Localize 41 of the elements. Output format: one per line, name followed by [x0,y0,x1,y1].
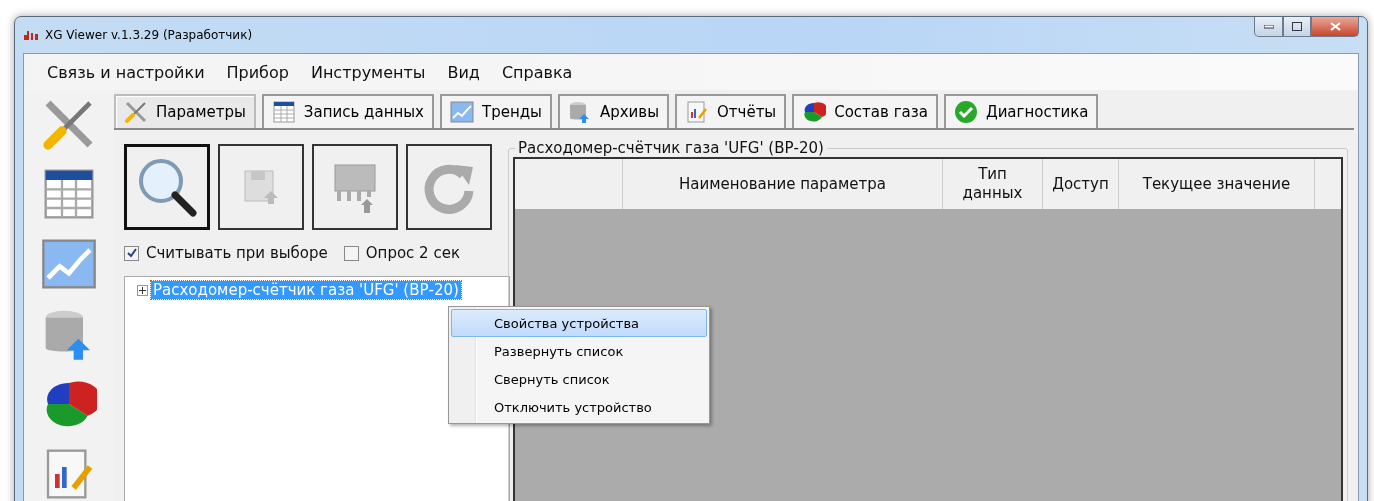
tab[interactable]: Параметры [114,94,256,128]
column-header[interactable]: Тип данных [943,159,1043,209]
check-icon [953,100,978,124]
report-icon [685,100,709,124]
context-menu-item[interactable]: Свойства устройства [451,309,707,337]
maximize-icon [1292,22,1302,31]
checkmark-icon [126,248,137,258]
minimize-button[interactable] [1254,17,1283,37]
menu-item[interactable]: Связь и настройки [38,58,214,86]
tab[interactable]: Диагностика [943,94,1099,128]
close-button[interactable] [1311,17,1359,37]
column-header[interactable]: Доступ [1043,159,1119,209]
column-header[interactable]: Наименование параметра [623,159,943,209]
context-menu-item[interactable]: Отключить устройство [451,393,707,421]
pie-chart-icon [802,100,827,124]
app-logo-icon [23,29,39,41]
menu-item[interactable]: Справка [492,58,582,86]
context-menu-item[interactable]: Развернуть список [451,337,707,365]
checkbox[interactable]: Считывать при выборе [124,244,328,262]
context-menu-item[interactable]: Свернуть список [451,365,707,393]
column-header[interactable]: Текущее значение [1119,159,1315,209]
expand-icon[interactable] [137,284,148,296]
group-title: Расходомер-счётчик газа 'UFG' (ВР-20) [515,139,827,157]
tab[interactable]: Состав газа [792,94,938,128]
tools-icon [124,100,148,124]
menu-item[interactable]: Прибор [217,58,298,86]
chart-icon [449,100,474,124]
checkbox[interactable]: Опрос 2 сек [343,244,460,262]
tab[interactable]: Тренды [439,94,552,128]
minimize-icon [1263,24,1274,29]
toolbar-button[interactable] [124,144,210,230]
close-icon [1329,22,1341,31]
menu-item[interactable]: Инструменты [301,58,435,86]
maximize-button[interactable] [1283,17,1311,37]
tab[interactable]: Отчёты [675,94,787,128]
menu-item[interactable]: Вид [438,58,489,86]
database-icon [567,100,592,124]
window-title: XG Viewer v.1.3.29 (Разработчик) [45,28,254,42]
tab[interactable]: Архивы [557,94,669,128]
table-icon [271,100,296,124]
tab[interactable]: Запись данных [261,94,434,128]
